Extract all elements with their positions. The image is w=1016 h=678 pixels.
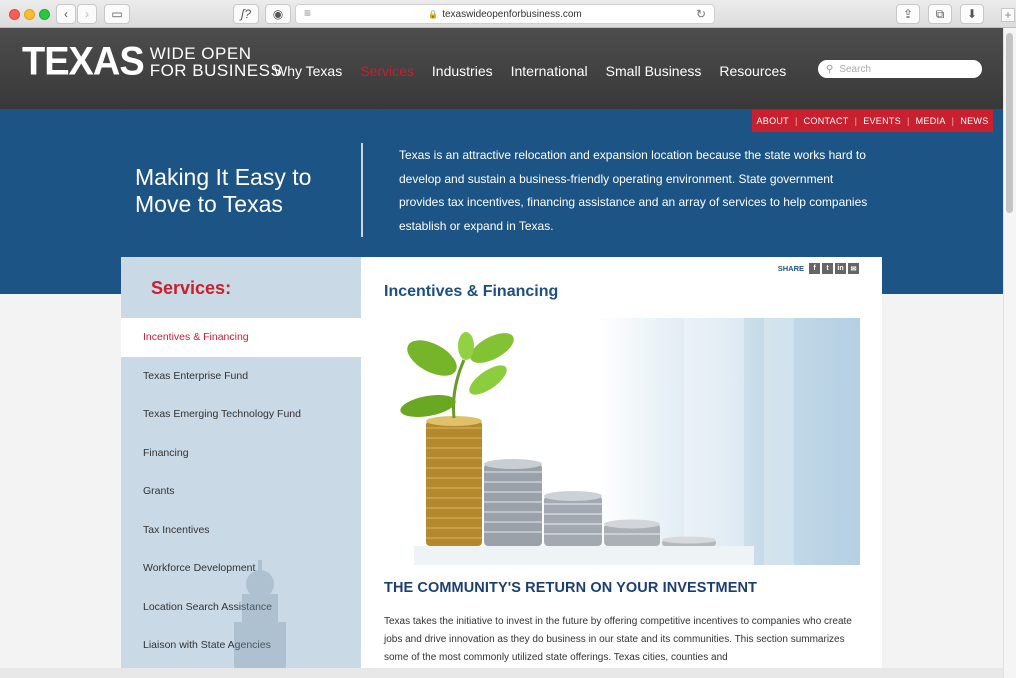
sidebar-title: Services: bbox=[151, 278, 232, 298]
back-button[interactable]: ‹ bbox=[56, 4, 76, 24]
logo-for-business: FOR BUSINESS bbox=[149, 61, 283, 80]
page-title: Incentives & Financing bbox=[384, 283, 559, 300]
sidebar-icon: ▭ bbox=[111, 7, 123, 21]
show-tabs-button[interactable]: ⧉ bbox=[928, 4, 952, 24]
util-media[interactable]: MEDIA bbox=[916, 116, 946, 126]
search-input[interactable]: ⚲ Search bbox=[818, 60, 982, 78]
nav-why-texas[interactable]: Why Texas bbox=[274, 63, 342, 79]
linkedin-icon[interactable]: in bbox=[835, 263, 846, 274]
zoom-window-button[interactable] bbox=[39, 9, 50, 20]
new-tab-button[interactable]: + bbox=[1001, 8, 1015, 22]
script-icon: ʃ? bbox=[240, 7, 252, 21]
sidebar-item-texas-enterprise-fund[interactable]: Texas Enterprise Fund bbox=[121, 357, 361, 396]
plus-icon: + bbox=[1004, 8, 1012, 22]
section-heading: THE COMMUNITY'S RETURN ON YOUR INVESTMEN… bbox=[384, 580, 758, 596]
site-header: TEXAS WIDE OPEN FOR BUSINESS Why Texas S… bbox=[0, 28, 1003, 109]
share-label: SHARE bbox=[777, 264, 804, 273]
util-news[interactable]: NEWS bbox=[960, 116, 988, 126]
share-icon: ⇪ bbox=[902, 7, 914, 21]
privacy-extension-button[interactable]: ◉ bbox=[265, 4, 291, 24]
search-icon: ⚲ bbox=[826, 63, 834, 75]
download-icon: ⬇ bbox=[966, 7, 978, 21]
util-about[interactable]: ABOUT bbox=[756, 116, 789, 126]
logo-wordmark: TEXAS bbox=[22, 39, 145, 85]
util-events[interactable]: EVENTS bbox=[863, 116, 901, 126]
email-icon[interactable]: ✉ bbox=[848, 263, 859, 274]
sidebar-toggle-button[interactable]: ▭ bbox=[104, 4, 130, 24]
util-contact[interactable]: CONTACT bbox=[804, 116, 849, 126]
nav-services[interactable]: Services bbox=[360, 63, 414, 79]
sidebar-item-incentives-financing[interactable]: Incentives & Financing bbox=[121, 318, 361, 357]
facebook-icon[interactable]: f bbox=[809, 263, 820, 274]
chevron-left-icon: ‹ bbox=[64, 7, 68, 21]
nav-industries[interactable]: Industries bbox=[432, 63, 493, 79]
hero-text: Texas is an attractive relocation and ex… bbox=[399, 148, 868, 233]
url-text: texaswideopenforbusiness.com bbox=[442, 8, 582, 20]
tabs-icon: ⧉ bbox=[935, 6, 945, 21]
downloads-button[interactable]: ⬇ bbox=[960, 4, 984, 24]
reader-icon[interactable]: ≡ bbox=[304, 6, 311, 20]
sidebar-item-tax-incentives[interactable]: Tax Incentives bbox=[121, 511, 361, 550]
script-extension-button[interactable]: ʃ? bbox=[233, 4, 259, 24]
share-page-button[interactable]: ⇪ bbox=[896, 4, 920, 24]
nav-international[interactable]: International bbox=[511, 63, 588, 79]
sidebar-item-grants[interactable]: Grants bbox=[121, 472, 361, 511]
logo-wide-open: WIDE OPEN bbox=[149, 44, 252, 63]
share-bar: SHARE f t in ✉ bbox=[778, 263, 859, 274]
coins-plant-photo bbox=[384, 318, 860, 565]
section-body: Texas takes the initiative to invest in … bbox=[384, 616, 852, 663]
nav-resources[interactable]: Resources bbox=[719, 63, 786, 79]
site-logo[interactable]: TEXAS WIDE OPEN FOR BUSINESS bbox=[22, 39, 283, 85]
close-window-button[interactable] bbox=[9, 9, 20, 20]
shield-icon: ◉ bbox=[272, 7, 284, 21]
sidebar-item-financing[interactable]: Financing bbox=[121, 434, 361, 473]
nav-small-business[interactable]: Small Business bbox=[606, 63, 702, 79]
chevron-right-icon: › bbox=[85, 7, 89, 21]
utility-navigation: ABOUT | CONTACT | EVENTS | MEDIA | NEWS bbox=[752, 110, 993, 132]
search-placeholder: Search bbox=[839, 63, 872, 75]
logo-tagline: WIDE OPEN FOR BUSINESS bbox=[150, 45, 283, 79]
capitol-dome-watermark bbox=[234, 560, 286, 678]
page-bottom-edge bbox=[0, 668, 1003, 678]
browser-toolbar: ‹ › ▭ ʃ? ◉ ≡ 🔒 texaswideopenforbusiness.… bbox=[0, 0, 1016, 28]
lock-icon: 🔒 bbox=[428, 9, 439, 19]
main-content: SHARE f t in ✉ Incentives & Financing TH… bbox=[361, 257, 882, 678]
minimize-window-button[interactable] bbox=[24, 9, 35, 20]
main-navigation: Why Texas Services Industries Internatio… bbox=[274, 63, 804, 79]
twitter-icon[interactable]: t bbox=[822, 263, 833, 274]
forward-button[interactable]: › bbox=[77, 4, 97, 24]
sidebar-item-emerging-technology-fund[interactable]: Texas Emerging Technology Fund bbox=[121, 395, 361, 434]
scrollbar-thumb[interactable] bbox=[1006, 33, 1013, 213]
hero-divider bbox=[361, 143, 363, 237]
hero-title: Making It Easy to Move to Texas bbox=[135, 164, 312, 217]
reload-icon[interactable]: ↻ bbox=[696, 7, 706, 21]
address-bar[interactable]: ≡ 🔒 texaswideopenforbusiness.com ↻ bbox=[295, 4, 715, 24]
